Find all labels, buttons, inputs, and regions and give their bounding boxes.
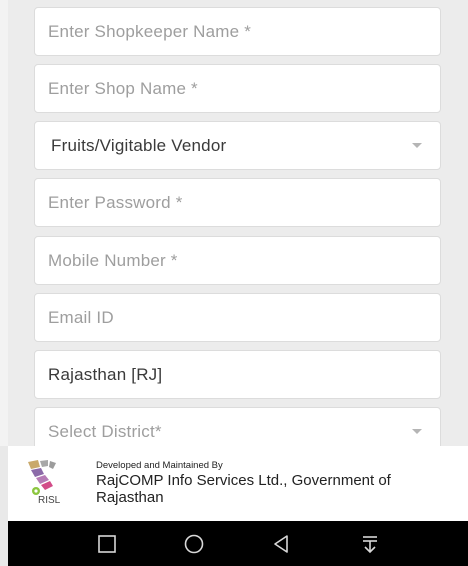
email-placeholder: Email ID [48,307,114,327]
organization-name: RajCOMP Info Services Ltd., Government o… [96,472,391,506]
footer-credits: RISL Developed and Maintained By RajCOMP… [8,446,468,521]
risl-logo-text: RISL [38,495,61,506]
password-field[interactable]: Enter Password * [34,178,441,227]
mobile-placeholder: Mobile Number * [48,250,178,270]
chevron-down-icon [412,429,422,434]
notification-down-icon[interactable] [359,533,381,555]
mobile-number-field[interactable]: Mobile Number * [34,236,441,285]
shopkeeper-name-placeholder: Enter Shopkeeper Name * [48,21,252,41]
state-value: Rajasthan [RJ] [48,364,163,384]
shopkeeper-name-field[interactable]: Enter Shopkeeper Name * [34,7,441,56]
password-placeholder: Enter Password * [48,192,183,212]
back-triangle-icon[interactable] [270,533,292,555]
chevron-down-icon [412,143,422,148]
vendor-type-value: Fruits/Vigitable Vendor [51,135,227,155]
shop-name-placeholder: Enter Shop Name * [48,78,198,98]
email-field[interactable]: Email ID [34,293,441,342]
developed-by-label: Developed and Maintained By [96,460,223,471]
registration-form: Enter Shopkeeper Name * Enter Shop Name … [0,0,468,456]
square-icon[interactable] [96,533,118,555]
android-navigation-bar [8,521,468,566]
state-field[interactable]: Rajasthan [RJ] [34,350,441,399]
vendor-type-select[interactable]: Fruits/Vigitable Vendor [34,121,441,170]
shop-name-field[interactable]: Enter Shop Name * [34,64,441,113]
circle-icon[interactable] [183,533,205,555]
risl-logo: RISL [26,458,72,510]
left-edge-strip [0,0,8,446]
